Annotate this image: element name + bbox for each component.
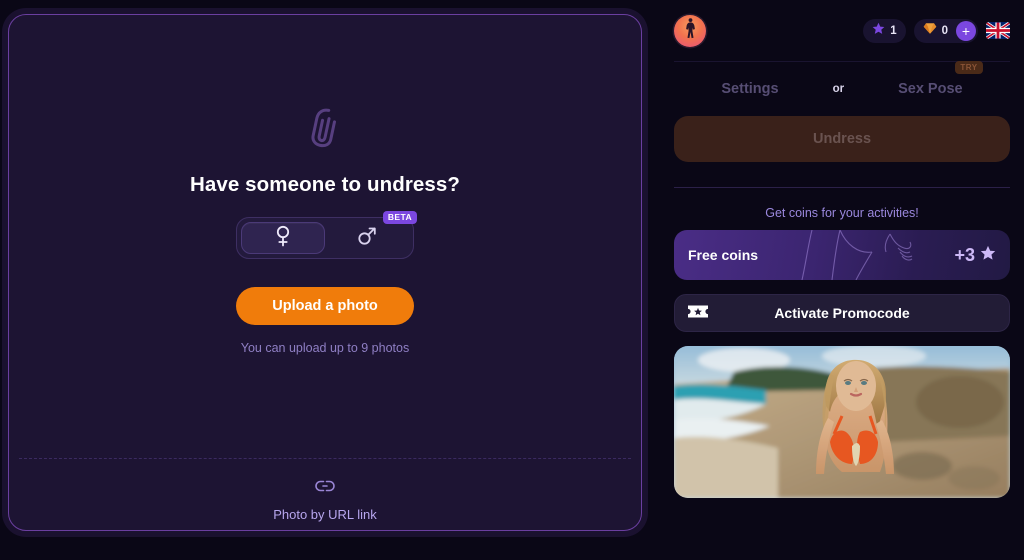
try-badge: TRY bbox=[955, 61, 983, 74]
photo-by-url-link[interactable]: Photo by URL link bbox=[273, 507, 377, 522]
upload-photo-button[interactable]: Upload a photo bbox=[236, 287, 414, 325]
topbar: 1 0 + bbox=[674, 0, 1010, 62]
app-root: Have someone to undress? BETA Upload a p… bbox=[0, 0, 1024, 560]
tab-settings[interactable]: Settings bbox=[721, 81, 778, 97]
upload-dropzone[interactable]: Have someone to undress? BETA Upload a p… bbox=[9, 15, 641, 444]
upload-hint-text: You can upload up to 9 photos bbox=[240, 341, 410, 355]
topbar-actions: 1 0 + bbox=[863, 18, 1010, 43]
star-icon bbox=[980, 245, 996, 266]
gender-option-female[interactable] bbox=[241, 222, 325, 254]
star-icon bbox=[872, 22, 885, 40]
free-coins-amount: +3 bbox=[954, 245, 996, 266]
coins-caption: Get coins for your activities! bbox=[765, 206, 919, 220]
paperclip-icon bbox=[305, 104, 345, 157]
free-coins-label: Free coins bbox=[688, 247, 759, 263]
free-coins-card[interactable]: Free coins +3 bbox=[674, 230, 1010, 280]
tab-separator-or: or bbox=[832, 83, 845, 95]
coins-value: 0 bbox=[941, 24, 948, 37]
woman-in-orange-bikini-on-beach bbox=[674, 346, 1010, 498]
gender-option-male[interactable]: BETA bbox=[325, 211, 417, 254]
tab-sex-pose[interactable]: Sex Pose TRY bbox=[898, 61, 983, 97]
activate-promocode-label: Activate Promocode bbox=[774, 305, 910, 321]
uk-flag-icon[interactable] bbox=[986, 22, 1010, 39]
female-gender-icon bbox=[275, 225, 291, 252]
stars-badge[interactable]: 1 bbox=[863, 18, 906, 43]
page-title: Have someone to undress? bbox=[189, 173, 461, 196]
tab-sex-pose-label: Sex Pose bbox=[898, 81, 963, 97]
link-icon bbox=[314, 479, 336, 498]
mode-tabs: Settings or Sex Pose TRY bbox=[674, 61, 1010, 116]
activate-promocode-button[interactable]: Activate Promocode bbox=[674, 294, 1010, 332]
panel-divider bbox=[19, 458, 631, 459]
gem-icon bbox=[923, 22, 937, 40]
coins-badge[interactable]: 0 + bbox=[913, 18, 978, 43]
app-logo[interactable] bbox=[674, 14, 706, 47]
stars-value: 1 bbox=[890, 24, 897, 37]
undress-button[interactable]: Undress bbox=[674, 116, 1010, 162]
beta-badge: BETA bbox=[382, 211, 417, 224]
promo-image[interactable] bbox=[674, 346, 1010, 498]
gender-switch[interactable]: BETA bbox=[236, 211, 417, 259]
sidebar: 1 0 + Settings or Sex Pose TRY Undress G… bbox=[660, 0, 1024, 560]
free-coins-amount-value: +3 bbox=[954, 244, 975, 265]
male-gender-icon bbox=[357, 226, 377, 251]
add-coins-button[interactable]: + bbox=[956, 20, 976, 41]
woman-silhouette-logo bbox=[682, 17, 699, 44]
sidebar-divider bbox=[674, 187, 1010, 188]
upload-panel[interactable]: Have someone to undress? BETA Upload a p… bbox=[8, 14, 642, 531]
ticket-icon bbox=[687, 304, 709, 323]
photo-by-url-area[interactable]: Photo by URL link bbox=[9, 470, 641, 530]
